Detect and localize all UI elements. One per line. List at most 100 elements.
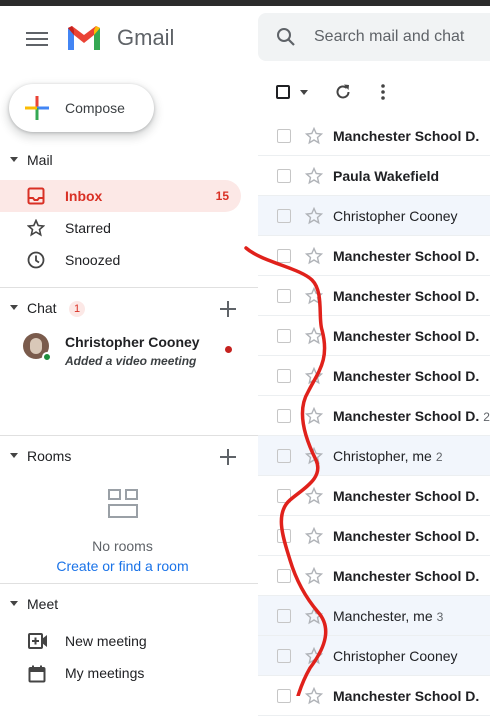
app-title: Gmail xyxy=(117,25,175,50)
email-sender-name: Manchester School D. xyxy=(333,128,480,144)
email-sender: Manchester School D. xyxy=(333,688,483,704)
chat-section-header[interactable]: Chat 1 xyxy=(0,297,258,321)
main-menu-button[interactable] xyxy=(22,28,52,52)
create-room-plus-icon[interactable] xyxy=(220,449,236,465)
email-row-checkbox[interactable] xyxy=(277,369,291,383)
email-row-checkbox[interactable] xyxy=(277,169,291,183)
email-sender-name: Manchester, me xyxy=(333,608,433,624)
clock-icon xyxy=(27,251,45,269)
email-sender-name: Manchester School D. xyxy=(333,328,480,344)
email-sender: Christopher, me 2 xyxy=(333,448,443,464)
email-row[interactable]: Christopher, me 2 xyxy=(258,436,490,476)
email-row[interactable]: Manchester School D. xyxy=(258,476,490,516)
email-row-checkbox[interactable] xyxy=(277,329,291,343)
select-dropdown-icon[interactable] xyxy=(300,90,308,95)
email-row[interactable]: Manchester School D. xyxy=(258,356,490,396)
star-icon[interactable] xyxy=(305,327,323,345)
star-icon[interactable] xyxy=(305,367,323,385)
select-all-checkbox[interactable] xyxy=(276,85,290,99)
email-row-checkbox[interactable] xyxy=(277,649,291,663)
email-sender-name: Manchester School D. xyxy=(333,408,480,424)
search-bar[interactable] xyxy=(258,13,490,61)
star-icon[interactable] xyxy=(305,567,323,585)
caret-down-icon xyxy=(10,601,18,606)
thread-count: 2 xyxy=(483,410,490,424)
star-icon[interactable] xyxy=(305,527,323,545)
chat-item-christopher-cooney[interactable]: Christopher Cooney Added a video meeting xyxy=(0,330,258,374)
star-icon[interactable] xyxy=(305,687,323,705)
sidebar: Compose Mail Inbox 15 Starred Snoozed Ch… xyxy=(0,68,258,696)
create-room-link[interactable]: Create or find a room xyxy=(0,558,245,574)
mail-section-header[interactable]: Mail xyxy=(0,149,258,173)
email-sender: Manchester School D. 2 xyxy=(333,408,490,424)
star-icon[interactable] xyxy=(305,407,323,425)
email-row-checkbox[interactable] xyxy=(277,249,291,263)
email-row[interactable]: Manchester School D. xyxy=(258,276,490,316)
gmail-logo-icon[interactable] xyxy=(66,24,102,52)
email-row[interactable]: Manchester School D. 2 xyxy=(258,396,490,436)
star-icon[interactable] xyxy=(305,607,323,625)
email-row[interactable]: Christopher Cooney xyxy=(258,196,490,236)
email-sender-name: Paula Wakefield xyxy=(333,168,440,184)
email-row-checkbox[interactable] xyxy=(277,289,291,303)
my-meetings-button[interactable]: My meetings xyxy=(0,657,241,689)
email-row[interactable]: Manchester School D. xyxy=(258,116,490,156)
star-icon[interactable] xyxy=(305,487,323,505)
email-sender-name: Manchester School D. xyxy=(333,568,480,584)
email-row-checkbox[interactable] xyxy=(277,409,291,423)
caret-down-icon xyxy=(10,305,18,310)
sidebar-item-label: Starred xyxy=(65,220,111,236)
sidebar-item-inbox[interactable]: Inbox 15 xyxy=(0,180,241,212)
email-row-checkbox[interactable] xyxy=(277,609,291,623)
search-icon[interactable] xyxy=(276,27,296,47)
email-sender: Manchester School D. xyxy=(333,248,483,264)
new-meeting-button[interactable]: New meeting xyxy=(0,625,241,657)
compose-plus-icon xyxy=(25,96,49,120)
email-row-checkbox[interactable] xyxy=(277,569,291,583)
compose-button[interactable]: Compose xyxy=(9,84,154,132)
email-sender: Manchester School D. xyxy=(333,328,483,344)
refresh-icon[interactable] xyxy=(334,83,352,101)
caret-down-icon xyxy=(10,453,18,458)
email-sender-name: Christopher, me xyxy=(333,448,432,464)
email-sender: Manchester School D. xyxy=(333,528,483,544)
email-row[interactable]: Manchester School D. xyxy=(258,676,490,716)
email-row[interactable]: Manchester, me 3 xyxy=(258,596,490,636)
sidebar-item-starred[interactable]: Starred xyxy=(0,212,241,244)
meet-section-header[interactable]: Meet xyxy=(0,593,258,617)
email-row-checkbox[interactable] xyxy=(277,689,291,703)
chat-unread-badge: 1 xyxy=(69,301,85,317)
divider xyxy=(0,583,258,584)
star-icon[interactable] xyxy=(305,287,323,305)
star-icon[interactable] xyxy=(305,247,323,265)
email-row[interactable]: Manchester School D. xyxy=(258,236,490,276)
meet-item-label: New meeting xyxy=(65,633,147,649)
email-row-checkbox[interactable] xyxy=(277,129,291,143)
sidebar-item-snoozed[interactable]: Snoozed xyxy=(0,244,241,276)
search-input[interactable] xyxy=(314,25,490,49)
email-row-checkbox[interactable] xyxy=(277,529,291,543)
email-toolbar xyxy=(258,68,490,116)
inbox-unread-count: 15 xyxy=(215,189,229,203)
start-chat-plus-icon[interactable] xyxy=(220,301,236,317)
email-row-checkbox[interactable] xyxy=(277,489,291,503)
online-status-icon xyxy=(42,352,52,362)
star-icon[interactable] xyxy=(305,127,323,145)
chat-contact-name: Christopher Cooney xyxy=(65,334,200,350)
email-sender-name: Manchester School D. xyxy=(333,248,480,264)
email-sender: Manchester School D. xyxy=(333,488,483,504)
email-sender: Paula Wakefield xyxy=(333,168,443,184)
email-row-checkbox[interactable] xyxy=(277,449,291,463)
rooms-section-header[interactable]: Rooms xyxy=(0,445,258,469)
email-row-checkbox[interactable] xyxy=(277,209,291,223)
email-row[interactable]: Manchester School D. xyxy=(258,516,490,556)
email-row[interactable]: Paula Wakefield xyxy=(258,156,490,196)
star-icon[interactable] xyxy=(305,647,323,665)
more-options-icon[interactable] xyxy=(374,83,392,101)
email-row[interactable]: Manchester School D. xyxy=(258,556,490,596)
star-icon[interactable] xyxy=(305,447,323,465)
star-icon[interactable] xyxy=(305,167,323,185)
email-row[interactable]: Manchester School D. xyxy=(258,316,490,356)
star-icon[interactable] xyxy=(305,207,323,225)
email-row[interactable]: Christopher Cooney xyxy=(258,636,490,676)
